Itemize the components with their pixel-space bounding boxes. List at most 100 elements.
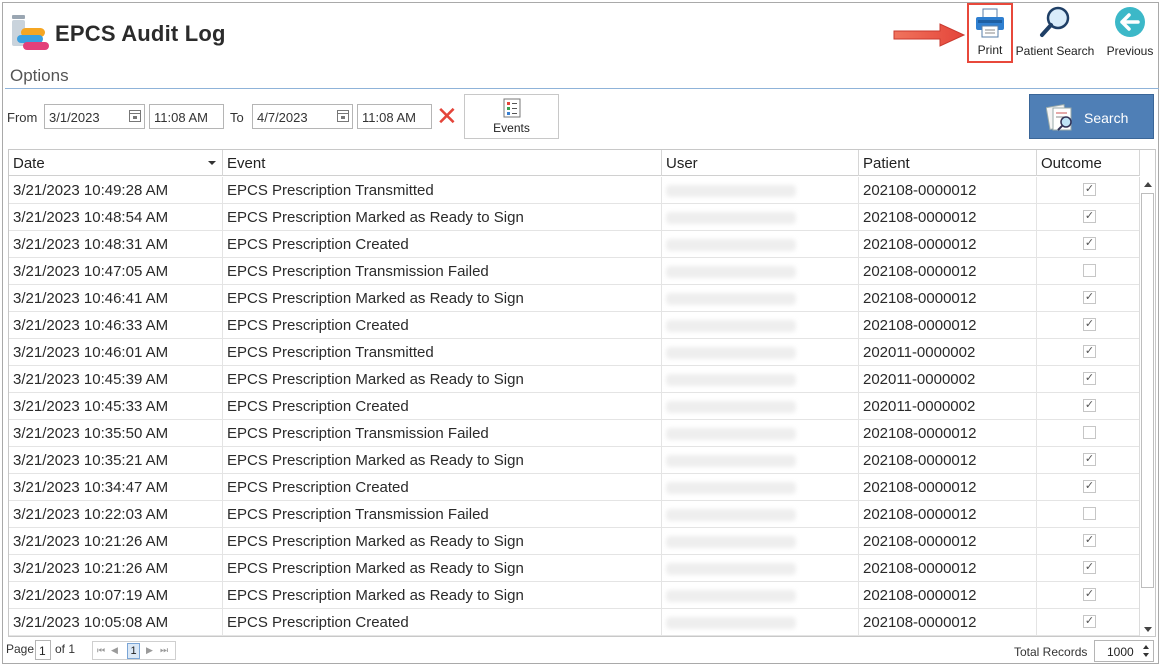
- from-time-field[interactable]: 11:08 AM: [149, 104, 224, 129]
- previous-button[interactable]: Previous: [1104, 5, 1156, 61]
- table-row[interactable]: 3/21/2023 10:35:21 AM EPCS Prescription M…: [9, 447, 1140, 474]
- column-header-event[interactable]: Event: [223, 150, 662, 176]
- to-date-field[interactable]: 4/7/2023: [252, 104, 353, 129]
- outcome-checkbox[interactable]: ✓: [1083, 318, 1096, 331]
- table-row[interactable]: 3/21/2023 10:47:05 AM EPCS Prescription T…: [9, 258, 1140, 285]
- table-row[interactable]: 3/21/2023 10:46:33 AM EPCS Prescription C…: [9, 312, 1140, 339]
- cell-date: 3/21/2023 10:48:54 AM: [9, 204, 223, 231]
- scroll-up-icon[interactable]: [1144, 182, 1152, 187]
- outcome-checkbox[interactable]: ✓: [1083, 210, 1096, 223]
- cell-event: EPCS Prescription Transmission Failed: [223, 501, 662, 528]
- outcome-checkbox[interactable]: [1083, 507, 1096, 520]
- events-button[interactable]: Events: [464, 94, 559, 139]
- cell-date: 3/21/2023 10:21:26 AM: [9, 528, 223, 555]
- options-label[interactable]: Options: [10, 66, 69, 86]
- clear-dates-icon[interactable]: ✕: [436, 103, 458, 129]
- redacted-user: [666, 185, 796, 197]
- table-row[interactable]: 3/21/2023 10:46:41 AM EPCS Prescription M…: [9, 285, 1140, 312]
- outcome-checkbox[interactable]: ✓: [1083, 453, 1096, 466]
- table-row[interactable]: 3/21/2023 10:48:31 AM EPCS Prescription C…: [9, 231, 1140, 258]
- calendar-icon[interactable]: [337, 110, 349, 122]
- cell-patient: 202108-0000012: [859, 204, 1037, 231]
- column-header-outcome[interactable]: Outcome: [1037, 150, 1140, 176]
- outcome-checkbox[interactable]: ✓: [1083, 237, 1096, 250]
- search-button[interactable]: Search: [1029, 94, 1154, 139]
- to-label: To: [230, 110, 244, 125]
- outcome-checkbox[interactable]: ✓: [1083, 291, 1096, 304]
- table-row[interactable]: 3/21/2023 10:45:39 AM EPCS Prescription M…: [9, 366, 1140, 393]
- next-page-icon[interactable]: ▶: [146, 645, 153, 656]
- table-row[interactable]: 3/21/2023 10:35:50 AM EPCS Prescription T…: [9, 420, 1140, 447]
- vertical-scrollbar[interactable]: [1139, 177, 1155, 636]
- table-row[interactable]: 3/21/2023 10:45:33 AM EPCS Prescription C…: [9, 393, 1140, 420]
- redacted-user: [666, 401, 796, 413]
- cell-outcome: ✓: [1037, 609, 1140, 636]
- scroll-thumb[interactable]: [1141, 193, 1154, 588]
- cell-user: [662, 555, 859, 582]
- cell-event: EPCS Prescription Marked as Ready to Sig…: [223, 285, 662, 312]
- table-row[interactable]: 3/21/2023 10:21:26 AM EPCS Prescription M…: [9, 528, 1140, 555]
- outcome-checkbox[interactable]: ✓: [1083, 183, 1096, 196]
- table-row[interactable]: 3/21/2023 10:21:26 AM EPCS Prescription M…: [9, 555, 1140, 582]
- cell-user: [662, 420, 859, 447]
- outcome-checkbox[interactable]: [1083, 264, 1096, 277]
- column-header-patient[interactable]: Patient: [859, 150, 1037, 176]
- cell-patient: 202108-0000012: [859, 447, 1037, 474]
- redacted-user: [666, 536, 796, 548]
- outcome-checkbox[interactable]: ✓: [1083, 561, 1096, 574]
- column-header-date[interactable]: Date: [9, 150, 223, 176]
- column-header-user[interactable]: User: [662, 150, 859, 176]
- table-row[interactable]: 3/21/2023 10:05:08 AM EPCS Prescription C…: [9, 609, 1140, 636]
- events-label: Events: [493, 121, 530, 135]
- cell-date: 3/21/2023 10:05:08 AM: [9, 609, 223, 636]
- table-row[interactable]: 3/21/2023 10:34:47 AM EPCS Prescription C…: [9, 474, 1140, 501]
- redacted-user: [666, 428, 796, 440]
- page-number-input[interactable]: 1: [35, 640, 51, 660]
- outcome-checkbox[interactable]: ✓: [1083, 588, 1096, 601]
- cell-event: EPCS Prescription Transmitted: [223, 177, 662, 204]
- total-records-value: 1000: [1107, 645, 1134, 659]
- audit-log-grid: Date Event User Patient Outcome 3/21/202…: [8, 149, 1156, 637]
- first-page-icon[interactable]: ⏮: [97, 645, 105, 656]
- outcome-checkbox[interactable]: ✓: [1083, 372, 1096, 385]
- print-button[interactable]: Print: [967, 3, 1013, 63]
- cell-user: [662, 285, 859, 312]
- calendar-icon[interactable]: [129, 110, 141, 122]
- outcome-checkbox[interactable]: ✓: [1083, 480, 1096, 493]
- grid-body: 3/21/2023 10:49:28 AM EPCS Prescription T…: [9, 177, 1140, 636]
- table-row[interactable]: 3/21/2023 10:49:28 AM EPCS Prescription T…: [9, 177, 1140, 204]
- scroll-down-icon[interactable]: [1144, 627, 1152, 632]
- cell-date: 3/21/2023 10:34:47 AM: [9, 474, 223, 501]
- total-records-label: Total Records: [1014, 645, 1088, 659]
- cell-outcome: ✓: [1037, 312, 1140, 339]
- outcome-checkbox[interactable]: ✓: [1083, 534, 1096, 547]
- cell-user: [662, 204, 859, 231]
- total-records-stepper[interactable]: 1000: [1094, 640, 1154, 662]
- patient-search-button[interactable]: Patient Search: [1014, 5, 1096, 61]
- spin-up-icon[interactable]: [1143, 645, 1149, 649]
- current-page-button[interactable]: 1: [127, 643, 140, 659]
- from-date-field[interactable]: 3/1/2023: [44, 104, 145, 129]
- cell-date: 3/21/2023 10:07:19 AM: [9, 582, 223, 609]
- outcome-checkbox[interactable]: [1083, 426, 1096, 439]
- prev-page-icon[interactable]: ◀: [111, 645, 118, 656]
- outcome-checkbox[interactable]: ✓: [1083, 399, 1096, 412]
- cell-outcome: ✓: [1037, 555, 1140, 582]
- previous-label: Previous: [1106, 44, 1154, 58]
- table-row[interactable]: 3/21/2023 10:22:03 AM EPCS Prescription T…: [9, 501, 1140, 528]
- cell-patient: 202108-0000012: [859, 501, 1037, 528]
- to-date-value: 4/7/2023: [257, 110, 308, 125]
- outcome-checkbox[interactable]: ✓: [1083, 615, 1096, 628]
- cell-date: 3/21/2023 10:35:21 AM: [9, 447, 223, 474]
- cell-user: [662, 258, 859, 285]
- cell-patient: 202108-0000012: [859, 231, 1037, 258]
- outcome-checkbox[interactable]: ✓: [1083, 345, 1096, 358]
- cell-patient: 202108-0000012: [859, 285, 1037, 312]
- table-row[interactable]: 3/21/2023 10:48:54 AM EPCS Prescription M…: [9, 204, 1140, 231]
- last-page-icon[interactable]: ⏭: [160, 645, 168, 656]
- table-row[interactable]: 3/21/2023 10:07:19 AM EPCS Prescription M…: [9, 582, 1140, 609]
- to-time-field[interactable]: 11:08 AM: [357, 104, 432, 129]
- cell-date: 3/21/2023 10:49:28 AM: [9, 177, 223, 204]
- spin-down-icon[interactable]: [1143, 653, 1149, 657]
- table-row[interactable]: 3/21/2023 10:46:01 AM EPCS Prescription T…: [9, 339, 1140, 366]
